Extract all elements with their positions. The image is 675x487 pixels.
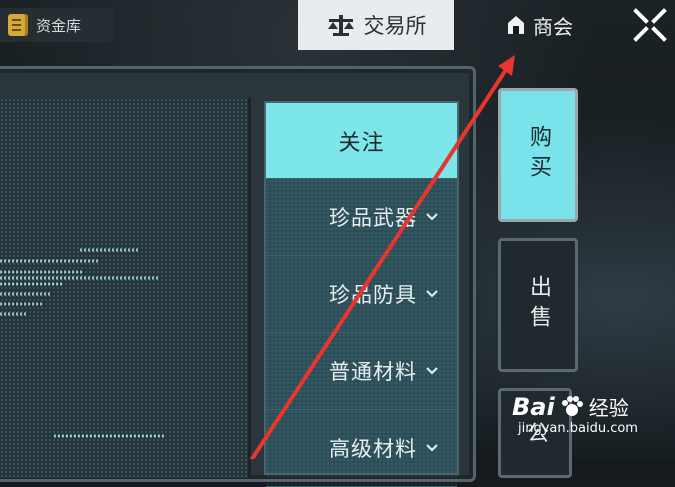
category-common-materials[interactable]: 普通材料 [266,333,457,410]
vault-label: 资金库 [36,16,82,35]
category-following[interactable]: 关注 [266,103,457,179]
scanline-graphic [0,248,166,438]
chevron-down-icon [426,444,438,452]
category-advanced-materials[interactable]: 高级材料 [266,410,457,487]
tab-exchange-label: 交易所 [363,14,427,38]
house-icon [508,16,524,34]
scale-icon [327,15,354,36]
tab-exchange[interactable]: 交易所 [298,0,454,50]
side-tab-label: 出售 [526,275,551,335]
close-button[interactable] [628,2,672,48]
category-label: 珍品武器 [329,206,417,230]
close-icon [633,8,667,42]
chevron-down-icon [426,367,438,375]
category-label: 珍品防具 [329,283,417,307]
paw-icon [561,395,583,416]
baidu-watermark: Bai 经验 jingyan.baidu.com [512,392,672,452]
watermark-brand: Bai [512,392,555,421]
watermark-url: jingyan.baidu.com [518,421,638,436]
chevron-down-icon [426,290,438,298]
side-tab-buy[interactable]: 购买 [498,88,578,222]
side-tab-label: 购买 [526,125,551,185]
category-rare-armor[interactable]: 珍品防具 [266,256,457,333]
category-label: 普通材料 [329,360,417,384]
vault-button[interactable]: 资金库 [0,8,114,42]
tab-guild[interactable]: 商会 [490,0,590,50]
ledger-icon [8,14,28,36]
category-list: 关注 珍品武器 珍品防具 普通材料 高级材料 [264,101,459,487]
side-tab-sell[interactable]: 出售 [498,238,578,372]
watermark-cn: 经验 [588,396,629,420]
item-display-screen [0,98,251,478]
category-label: 关注 [338,130,385,156]
chevron-down-icon [426,213,438,221]
tab-guild-label: 商会 [533,14,573,39]
category-rare-weapons[interactable]: 珍品武器 [266,179,457,256]
